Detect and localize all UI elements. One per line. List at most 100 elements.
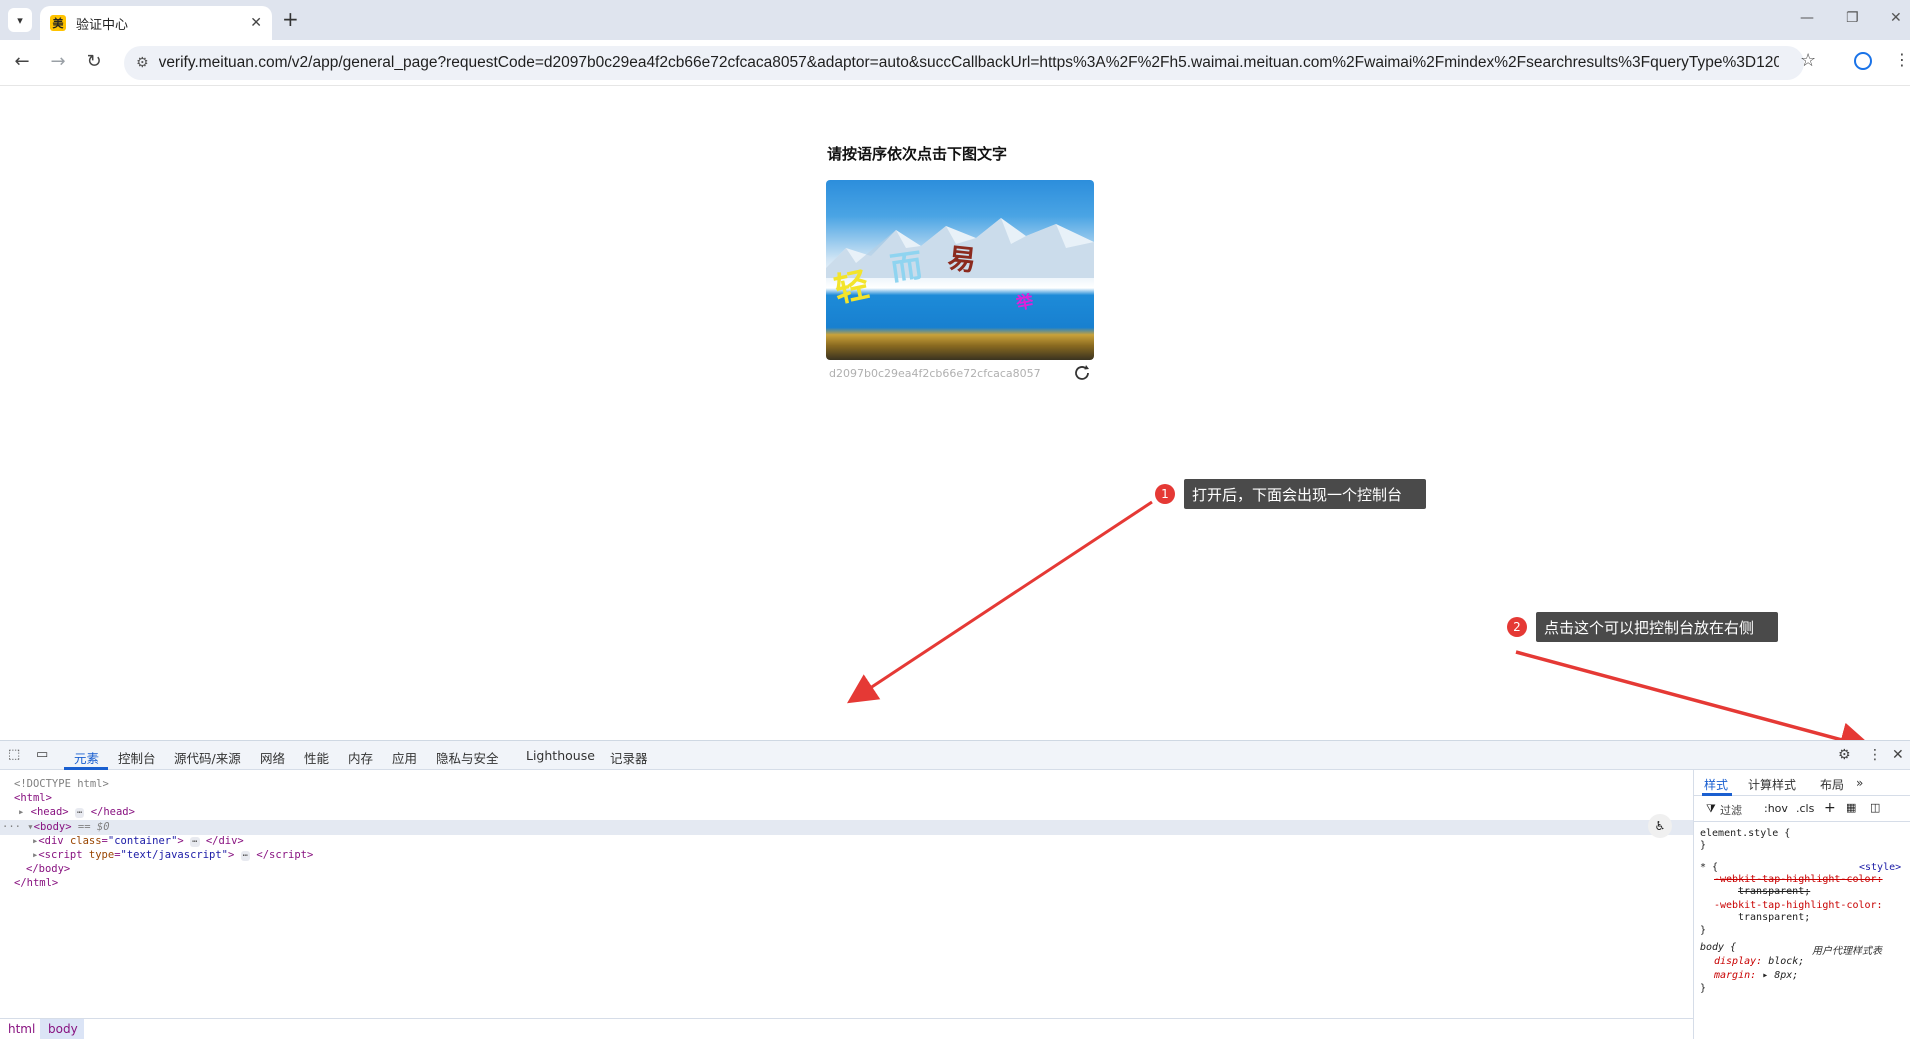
forward-icon[interactable]: → (46, 51, 70, 72)
body-node[interactable]: ··· ▾<body> == $0 (2, 821, 110, 833)
html-open-line[interactable]: <html> (14, 792, 52, 804)
captcha-request-id: d2097b0c29ea4f2cb66e72cfcaca8057 (829, 367, 1041, 380)
doctype-line[interactable]: <!DOCTYPE html> (14, 778, 109, 790)
reload-icon[interactable]: ↻ (82, 51, 106, 72)
head-node[interactable]: ▸ <head> ⋯ </head> (18, 806, 135, 818)
margin-value: 8px; (1774, 970, 1799, 981)
head-tag: head (36, 806, 63, 818)
overridden-value[interactable]: transparent; (1738, 886, 1810, 897)
body-rule-close: } (1700, 983, 1707, 994)
tab-network[interactable]: 网络 (260, 748, 285, 767)
address-bar[interactable]: ⚙ verify.meituan.com/v2/app/general_page… (124, 46, 1804, 80)
script-attr-name: type (88, 849, 115, 861)
style-origin-link[interactable]: <style> (1859, 862, 1901, 873)
add-rule-icon[interactable]: + (1824, 800, 1836, 816)
tab-styles[interactable]: 样式 (1704, 776, 1728, 793)
url-text[interactable]: verify.meituan.com/v2/app/general_page?r… (159, 54, 1779, 72)
display-declaration[interactable]: display: block; (1714, 956, 1804, 967)
tab-strip: ▾ 美 验证中心 ✕ + — ❐ ✕ (0, 0, 1910, 40)
chevron-down-icon: ▾ (17, 13, 23, 27)
margin-property: margin: (1714, 970, 1757, 981)
devtools-tabbar: ⬚ ▭ 元素 控制台 源代码/来源 网络 性能 内存 应用 隐私与安全 Ligh… (0, 741, 1910, 770)
profile-avatar-icon[interactable] (1854, 52, 1872, 70)
div-container-node[interactable]: ▸<div class="container"> ⋯ </div> (32, 835, 244, 847)
div-attr-name: class (69, 835, 102, 847)
user-agent-label: 用户代理样式表 (1812, 946, 1882, 957)
body-tag: body (39, 821, 66, 833)
display-property: display: (1714, 956, 1763, 967)
devtools-more-icon[interactable]: ⋮ (1868, 747, 1882, 763)
breadcrumb: html body (0, 1018, 1693, 1039)
paint-icon[interactable]: ▦ (1846, 801, 1856, 814)
devtools-panel: ⬚ ▭ 元素 控制台 源代码/来源 网络 性能 内存 应用 隐私与安全 Ligh… (0, 740, 1910, 1039)
back-icon[interactable]: ← (10, 51, 34, 72)
captcha-char-2[interactable]: 而 (887, 240, 925, 290)
tab-lighthouse[interactable]: Lighthouse (526, 748, 595, 763)
crumb-html[interactable]: html (8, 1022, 35, 1036)
browser-tab[interactable]: 美 验证中心 ✕ (40, 6, 272, 40)
captcha-char-3[interactable]: 易 (946, 237, 978, 280)
devtools-close-icon[interactable]: ✕ (1892, 747, 1904, 763)
tab-layout[interactable]: 布局 (1820, 776, 1844, 793)
selected-node-highlight (0, 820, 1693, 835)
bookmark-star-icon[interactable]: ☆ (1800, 50, 1816, 71)
tab-computed[interactable]: 计算样式 (1748, 776, 1796, 793)
selected-marker: == $0 (77, 821, 110, 833)
settings-gear-icon[interactable]: ⚙ (1838, 747, 1851, 763)
restore-icon[interactable]: ❐ (1846, 10, 1859, 26)
styles-tabbar: 样式 计算样式 布局 » (1694, 770, 1910, 796)
captcha-instruction: 请按语序依次点击下图文字 (827, 145, 1008, 163)
tab-memory[interactable]: 内存 (348, 748, 373, 767)
tab-sources[interactable]: 源代码/来源 (174, 748, 241, 767)
callout-1-number: 1 (1155, 484, 1175, 504)
hov-toggle[interactable]: :hov (1764, 802, 1788, 815)
callout-2: 点击这个可以把控制台放在右侧 (1536, 612, 1778, 642)
refresh-icon[interactable] (1072, 363, 1092, 383)
captcha-image[interactable]: 轻 而 易 举 (826, 180, 1094, 360)
close-icon[interactable]: ✕ (250, 15, 262, 31)
cls-toggle[interactable]: .cls (1796, 802, 1814, 815)
minimize-icon[interactable]: — (1800, 10, 1814, 26)
callout-1: 打开后，下面会出现一个控制台 (1184, 479, 1426, 509)
body-rule-selector[interactable]: body { (1700, 942, 1736, 953)
margin-declaration[interactable]: margin: ▸ 8px; (1714, 970, 1798, 981)
tab-elements[interactable]: 元素 (74, 748, 99, 767)
accessibility-icon[interactable]: ♿ (1648, 814, 1672, 838)
filter-icon: ⧩ (1706, 802, 1716, 815)
active-value[interactable]: transparent; (1738, 912, 1810, 923)
tab-title: 验证中心 (76, 17, 129, 33)
inspect-element-icon[interactable]: ⬚ (8, 747, 24, 763)
active-property[interactable]: -webkit-tap-highlight-color: (1714, 900, 1883, 911)
head-close-tag: head (103, 806, 129, 818)
tab-console[interactable]: 控制台 (118, 748, 156, 767)
script-attr-value: "text/javascript" (120, 849, 228, 861)
tab-performance[interactable]: 性能 (304, 748, 329, 767)
more-tabs-icon[interactable]: » (1856, 776, 1863, 790)
filter-input[interactable]: 过滤 (1720, 802, 1742, 818)
tab-application[interactable]: 应用 (392, 748, 417, 767)
browser-menu-icon[interactable]: ⋮ (1894, 50, 1910, 69)
display-value: block; (1768, 956, 1805, 967)
element-style-close: } (1700, 840, 1707, 851)
star-rule-close: } (1700, 925, 1707, 936)
div-attr-value: "container" (107, 835, 178, 847)
sidebar-toggle-icon[interactable]: ◫ (1870, 801, 1880, 814)
element-style-rule[interactable]: element.style { (1700, 828, 1790, 839)
site-info-icon[interactable]: ⚙ (136, 55, 149, 71)
tab-search-button[interactable]: ▾ (8, 8, 32, 32)
new-tab-button[interactable]: + (282, 9, 299, 29)
star-rule-selector[interactable]: * { (1700, 862, 1718, 873)
captcha-char-4[interactable]: 举 (1014, 287, 1035, 315)
window-close-icon[interactable]: ✕ (1890, 10, 1902, 26)
favicon: 美 (50, 15, 66, 31)
crumb-body[interactable]: body (48, 1022, 78, 1036)
callout-2-number: 2 (1507, 617, 1527, 637)
body-close-line[interactable]: </body> (26, 863, 70, 875)
tab-recorder[interactable]: 记录器 (610, 748, 648, 767)
html-close-line[interactable]: </html> (14, 877, 58, 889)
styles-filter-bar: ⧩ 过滤 :hov .cls + ▦ ◫ (1694, 796, 1910, 822)
tab-privacy-security[interactable]: 隐私与安全 (436, 748, 499, 767)
device-toolbar-icon[interactable]: ▭ (36, 747, 52, 763)
script-node[interactable]: ▸<script type="text/javascript"> ⋯ </scr… (32, 849, 313, 861)
overridden-property[interactable]: -webkit-tap-highlight-color: (1714, 874, 1883, 885)
